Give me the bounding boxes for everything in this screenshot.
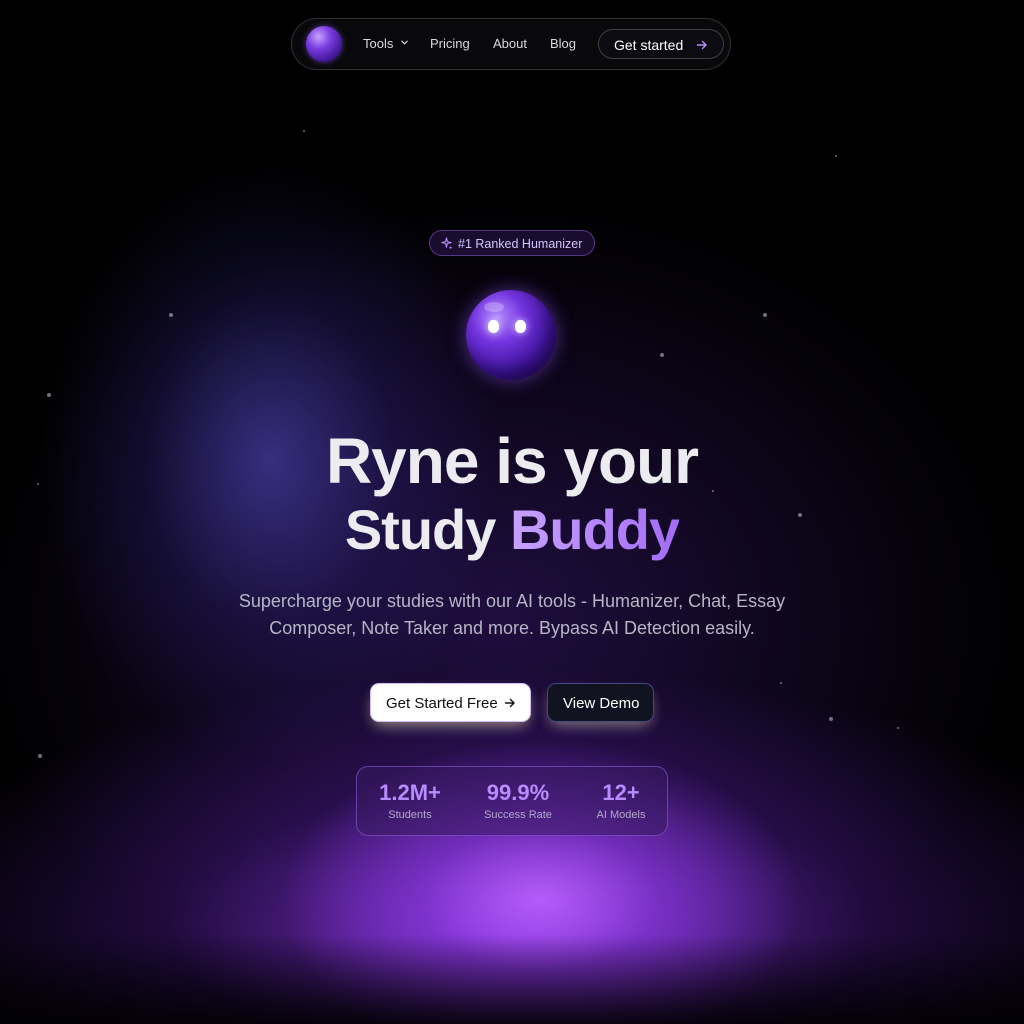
bottom-fade xyxy=(0,934,1024,1024)
mascot-right-eye xyxy=(515,320,526,333)
get-started-free-button[interactable]: Get Started Free xyxy=(370,683,531,722)
nav-pricing-link[interactable]: Pricing xyxy=(430,36,470,51)
mascot-shine xyxy=(484,302,504,312)
headline-study: Study xyxy=(344,498,497,561)
nav-blog-link[interactable]: Blog xyxy=(550,36,576,51)
headline-line-1: Ryne is your xyxy=(325,425,699,497)
headline-line-2: Study Buddy xyxy=(0,497,1024,562)
mascot-left-eye xyxy=(488,320,499,333)
star xyxy=(303,130,305,132)
stat-label: AI Models xyxy=(596,809,646,821)
stat-value: 99.9% xyxy=(486,780,550,805)
stat-label: Students xyxy=(388,809,432,821)
star xyxy=(763,313,767,317)
mascot-orb-icon xyxy=(466,290,556,380)
nav-about-link[interactable]: About xyxy=(493,36,527,51)
arrow-right-icon xyxy=(696,40,707,50)
view-demo-button[interactable]: View Demo xyxy=(547,683,654,722)
stat-label: Success Rate xyxy=(484,809,552,821)
badge-label: #1 Ranked Humanizer xyxy=(458,237,583,251)
star xyxy=(835,155,837,157)
stat-value: 12+ xyxy=(602,780,640,805)
get-started-label: Get started xyxy=(614,37,684,53)
star xyxy=(47,393,51,397)
view-demo-label: View Demo xyxy=(563,695,640,712)
star xyxy=(169,313,173,317)
star xyxy=(660,353,664,357)
get-started-free-label: Get Started Free xyxy=(386,695,498,712)
star xyxy=(897,727,899,729)
stat-value: 1.2M+ xyxy=(379,780,441,805)
sparkles-icon xyxy=(441,237,453,250)
get-started-button[interactable]: Get started xyxy=(598,29,724,59)
headline-buddy: Buddy xyxy=(509,498,680,561)
star xyxy=(829,717,833,721)
star xyxy=(780,682,782,684)
nav-tools-link[interactable]: Tools xyxy=(363,36,393,51)
stat-ai-models: 12+ AI Models xyxy=(589,780,653,821)
stat-success-rate: 99.9% Success Rate xyxy=(477,780,559,821)
chevron-down-icon[interactable] xyxy=(400,38,409,47)
ranked-humanizer-badge: #1 Ranked Humanizer xyxy=(429,230,595,256)
top-navigation-bar: Tools Pricing About Blog Get started xyxy=(291,18,731,70)
arrow-right-icon xyxy=(504,698,515,708)
stat-students: 1.2M+ Students xyxy=(369,780,451,821)
stats-panel: 1.2M+ Students 99.9% Success Rate 12+ AI… xyxy=(356,766,668,836)
hero-subtitle: Supercharge your studies with our AI too… xyxy=(238,591,786,638)
star xyxy=(38,754,42,758)
logo-icon[interactable] xyxy=(306,26,342,62)
